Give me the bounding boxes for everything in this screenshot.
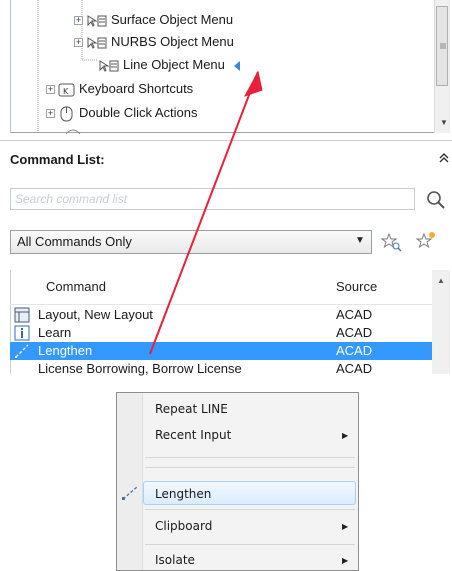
tree-item-label: Surface Object Menu (111, 12, 234, 27)
expand-icon[interactable]: + (74, 16, 83, 26)
command-cell: Layout, New Layout (38, 307, 153, 322)
menu-separator (145, 457, 355, 458)
chevron-down-icon[interactable]: ▼ (352, 233, 368, 249)
tree-scrollbar-thumb[interactable] (436, 6, 448, 86)
tree-item-label: Line Object Menu (123, 57, 225, 72)
menu-item-icon (87, 14, 107, 27)
tree-item-surface-object-menu[interactable]: + Surface Object Menu (74, 11, 233, 29)
keyboard-icon: K (58, 83, 75, 97)
search-input[interactable]: Search command list (10, 188, 415, 210)
new-command-star-icon[interactable] (414, 230, 438, 252)
command-cell: Learn (38, 325, 72, 340)
menu-separator (145, 509, 355, 510)
command-cell: License Borrowing, Borrow License (38, 361, 242, 376)
find-star-icon[interactable] (380, 232, 402, 252)
search-icon[interactable] (425, 189, 447, 211)
context-menu-icon-gutter (117, 393, 143, 570)
menu-separator (145, 544, 355, 545)
table-row[interactable]: License Borrowing, Borrow License ACAD (10, 360, 432, 378)
lengthen-icon (15, 344, 29, 358)
header-divider (10, 304, 432, 305)
menu-item-icon (99, 59, 119, 72)
svg-text:K: K (63, 87, 69, 96)
collapse-icon[interactable] (438, 151, 450, 168)
divider (0, 140, 452, 141)
menu-item-isolate[interactable]: Isolate (155, 553, 195, 567)
tree-item-keyboard-shortcuts[interactable]: + K Keyboard Shortcuts (46, 80, 193, 98)
menu-item-recent-input[interactable]: Recent Input (155, 428, 231, 442)
tree-item-label: Double Click Actions (79, 105, 198, 120)
tree-item-nurbs-object-menu[interactable]: + NURBS Object Menu (74, 33, 234, 51)
command-filter-dropdown[interactable]: All Commands Only (10, 230, 372, 254)
tree-item-line-object-menu[interactable]: Line Object Menu (98, 56, 242, 74)
menu-item-repeat-line[interactable]: Repeat LINE (155, 402, 228, 416)
tree-item-label: Keyboard Shortcuts (79, 81, 194, 96)
tree-item-double-click-actions[interactable]: + Double Click Actions (46, 104, 198, 122)
info-icon (14, 325, 30, 341)
scroll-up-icon[interactable]: ▲ (437, 276, 445, 285)
submenu-arrow-icon: ▶ (342, 556, 349, 565)
filter-selected-value: All Commands Only (17, 234, 132, 249)
table-row[interactable]: Layout, New Layout ACAD (10, 306, 432, 324)
source-cell: ACAD (336, 361, 373, 376)
source-cell: ACAD (336, 343, 373, 358)
source-cell: ACAD (336, 325, 373, 340)
source-cell: ACAD (336, 307, 373, 322)
menu-item-clipboard[interactable]: Clipboard (155, 519, 212, 533)
table-scrollbar[interactable] (432, 270, 450, 374)
scroll-down-icon[interactable]: ▼ (440, 118, 448, 127)
table-row[interactable]: Learn ACAD (10, 324, 432, 342)
menu-item-lengthen[interactable]: Lengthen (155, 487, 211, 501)
mouse-icon (60, 106, 73, 122)
submenu-arrow-icon: ▶ (342, 431, 349, 440)
menu-separator (145, 467, 355, 468)
command-cell: Lengthen (38, 343, 93, 358)
expand-icon[interactable]: + (74, 38, 83, 48)
menu-item-icon (87, 36, 107, 49)
expand-icon[interactable]: + (46, 109, 55, 119)
submenu-arrow-icon: ▶ (342, 522, 349, 531)
column-header-command[interactable]: Command (46, 270, 106, 304)
selection-marker-icon (233, 60, 240, 71)
table-row-selected[interactable]: Lengthen ACAD (10, 342, 432, 360)
command-list-title: Command List: (10, 152, 105, 167)
grip-icon (440, 43, 446, 49)
layout-icon (14, 307, 30, 323)
lengthen-icon (122, 486, 138, 500)
tree-item-label: NURBS Object Menu (111, 34, 234, 49)
column-header-source[interactable]: Source (336, 270, 377, 304)
expand-icon[interactable]: + (46, 85, 55, 95)
partial-tree-icon (65, 129, 81, 134)
